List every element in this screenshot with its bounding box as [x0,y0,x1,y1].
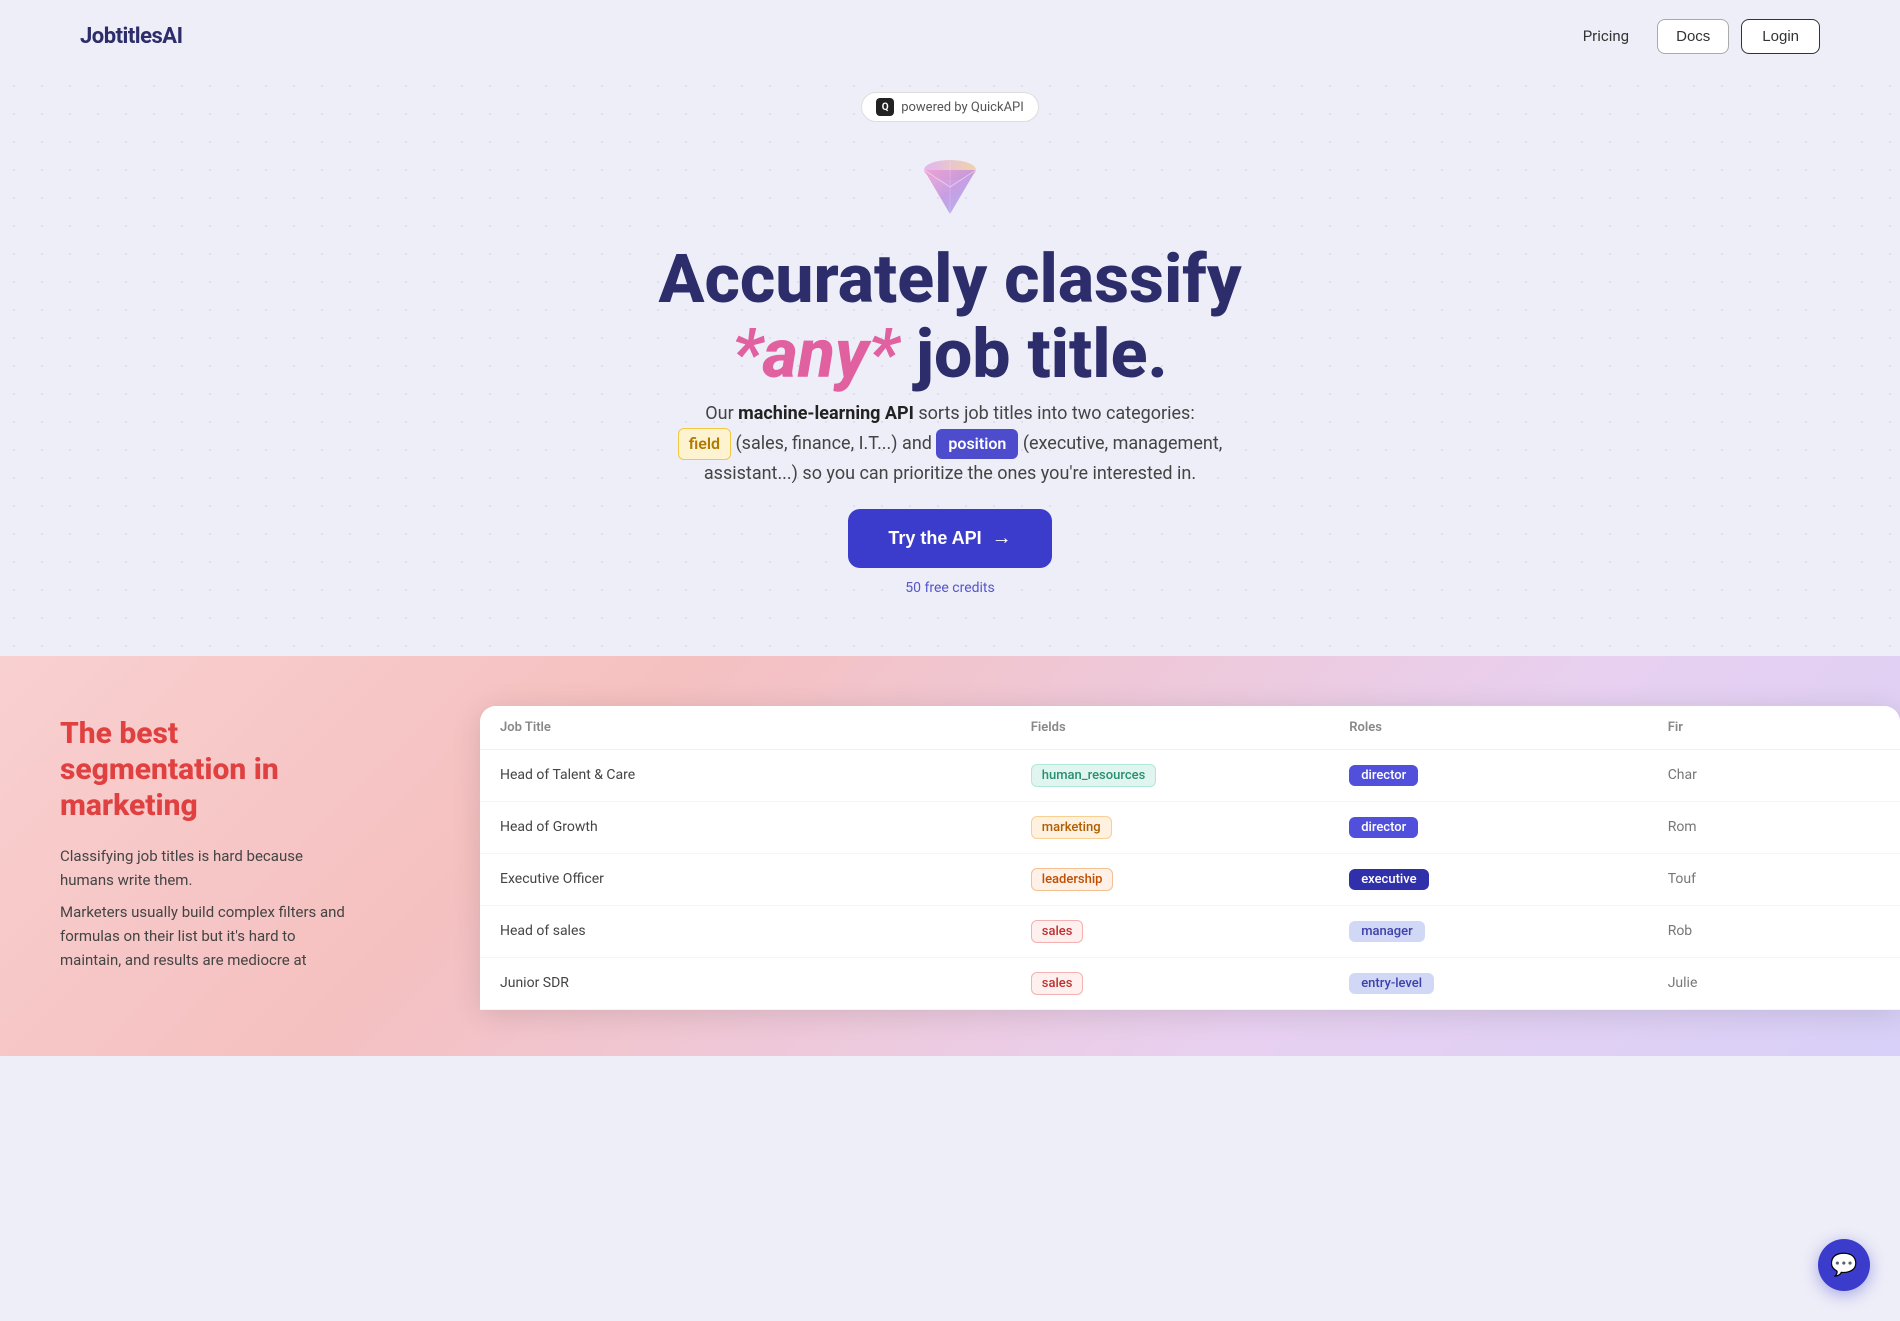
cell-field: human_resources [1031,764,1349,787]
quickapi-icon: Q [876,98,894,116]
docs-button[interactable]: Docs [1657,19,1729,54]
chat-icon: 💬 [1830,1253,1857,1278]
bottom-section: The best segmentation in marketing Class… [0,656,1900,1056]
role-tag: executive [1349,869,1428,890]
hero-section: Q powered by QuickAPI [0,72,1900,656]
cell-role: director [1349,765,1667,786]
chat-button[interactable]: 💬 [1818,1239,1870,1291]
bottom-desc2: Marketers usually build complex filters … [60,900,360,972]
subtitle-bold: machine-learning API [738,403,914,424]
cell-first-name: Rom [1668,819,1880,835]
table-row: Executive Officer leadership executive T… [480,854,1900,906]
cell-first-name: Rob [1668,923,1880,939]
field-tag: human_resources [1031,764,1157,787]
bottom-desc1: Classifying job titles is hard because h… [60,844,360,892]
position-badge: position [936,429,1018,459]
cell-job-title: Executive Officer [500,871,1031,887]
col-roles: Roles [1349,720,1667,735]
cell-role: manager [1349,921,1667,942]
powered-badge: Q powered by QuickAPI [861,92,1039,122]
cell-job-title: Head of sales [500,923,1031,939]
arrow-icon: → [992,527,1012,550]
col-job-title: Job Title [500,720,1031,735]
table-header: Job Title Fields Roles Fir [480,706,1900,750]
navbar: JobtitlesAI Pricing Docs Login [0,0,1900,72]
table-row: Head of sales sales manager Rob [480,906,1900,958]
cell-field: sales [1031,920,1349,943]
hero-title-line2: job title. [916,314,1168,394]
bottom-title: The best segmentation in marketing [60,716,360,824]
cell-role: executive [1349,869,1667,890]
try-api-button[interactable]: Try the API → [848,509,1051,568]
cell-job-title: Junior SDR [500,975,1031,991]
data-table: Job Title Fields Roles Fir Head of Talen… [480,706,1900,1010]
field-badge: field [678,428,731,460]
cell-role: director [1349,817,1667,838]
logo: JobtitlesAI [80,24,183,49]
col-first: Fir [1668,720,1880,735]
cell-field: leadership [1031,868,1349,891]
cell-first-name: Julie [1668,975,1880,991]
table-wrapper: Job Title Fields Roles Fir Head of Talen… [400,656,1900,1056]
hero-title-line1: Accurately classify [658,239,1241,319]
cell-field: marketing [1031,816,1349,839]
table-row: Head of Growth marketing director Rom [480,802,1900,854]
gem-icon [910,142,990,226]
role-tag: director [1349,817,1418,838]
cta-label: Try the API [888,528,981,549]
cell-role: entry-level [1349,973,1667,994]
subtitle-mid: sorts job titles into two categories: [914,403,1195,424]
cell-first-name: Touf [1668,871,1880,887]
role-tag: manager [1349,921,1425,942]
field-tag: sales [1031,920,1084,943]
role-tag: entry-level [1349,973,1434,994]
bottom-left-panel: The best segmentation in marketing Class… [0,656,400,1056]
cta-credits: 50 free credits [905,580,994,596]
field-tag: sales [1031,972,1084,995]
table-body: Head of Talent & Care human_resources di… [480,750,1900,1010]
field-tag: marketing [1031,816,1112,839]
field-tag: leadership [1031,868,1114,891]
table-row: Junior SDR sales entry-level Julie [480,958,1900,1010]
col-fields: Fields [1031,720,1349,735]
field-desc: (sales, finance, I.T...) and [736,433,937,454]
role-tag: director [1349,765,1418,786]
cell-first-name: Char [1668,767,1880,783]
hero-subtitle: Our machine-learning API sorts job title… [660,400,1240,489]
login-button[interactable]: Login [1741,19,1820,54]
powered-by-text: powered by QuickAPI [901,100,1024,115]
hero-title-any: *any* [732,314,899,394]
hero-title: Accurately classify *any* job title. [658,242,1241,392]
subtitle-prefix: Our [705,403,738,424]
table-row: Head of Talent & Care human_resources di… [480,750,1900,802]
pricing-link[interactable]: Pricing [1567,19,1645,53]
cell-field: sales [1031,972,1349,995]
cell-job-title: Head of Talent & Care [500,767,1031,783]
nav-links: Pricing Docs Login [1567,19,1820,54]
cell-job-title: Head of Growth [500,819,1031,835]
